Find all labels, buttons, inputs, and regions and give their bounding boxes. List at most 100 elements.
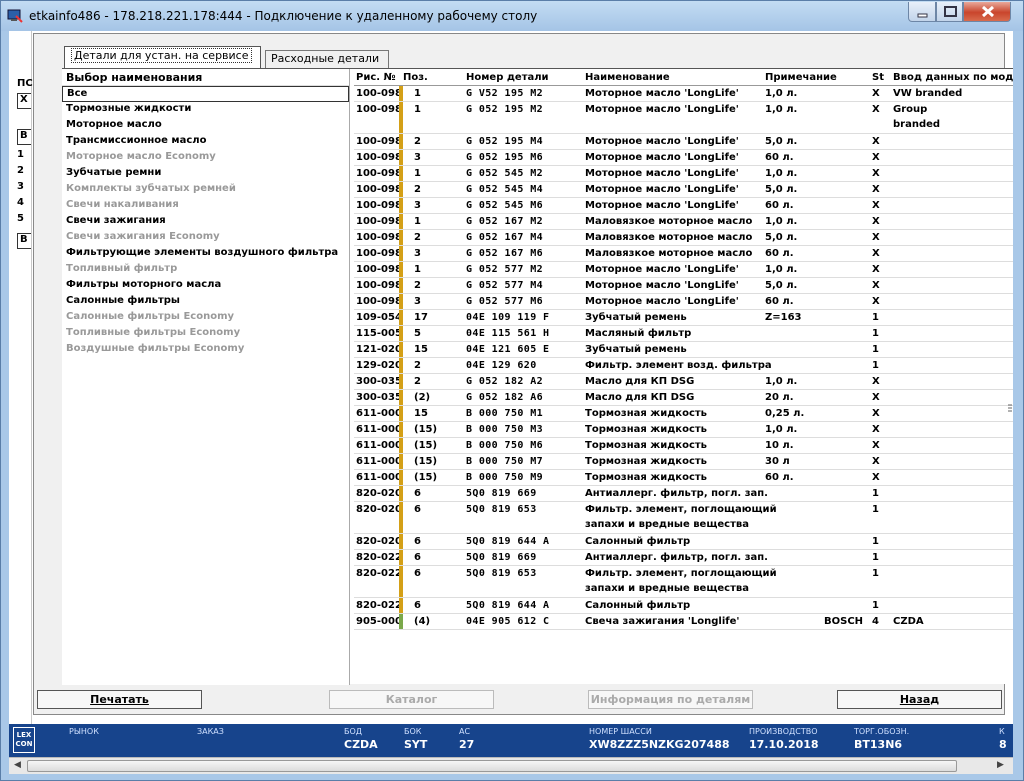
filter-item[interactable]: Трансмиссионное масло bbox=[62, 134, 349, 150]
part-note: 60 л. bbox=[765, 472, 794, 483]
table-row[interactable]: 100-098 2 G 052 167 M4 Маловязкое моторное … bbox=[354, 230, 1013, 246]
col-header-ris[interactable]: Рис. № bbox=[356, 72, 396, 83]
table-row[interactable]: 820-020 6 5Q0 819 644 A Салонный фильтр 1 bbox=[354, 534, 1013, 550]
part-quantity: X bbox=[872, 376, 880, 387]
table-row[interactable]: 100-098 1 G 052 577 M2 Моторное масло 'Long… bbox=[354, 262, 1013, 278]
table-row[interactable]: 100-098 2 G 052 195 M4 Моторное масло 'Long… bbox=[354, 134, 1013, 150]
model-line: Group bbox=[893, 104, 928, 115]
part-quantity: 4 bbox=[872, 616, 879, 627]
part-number: G 052 545 M2 bbox=[466, 168, 544, 179]
tab-service-parts[interactable]: Детали для устан. на сервисе bbox=[64, 46, 261, 68]
fig-number: 820-020 bbox=[356, 488, 402, 499]
position-number: 2 bbox=[414, 136, 421, 147]
filter-item[interactable]: Салонные фильтры bbox=[62, 294, 349, 310]
tab-consumables[interactable]: Расходные детали bbox=[265, 50, 389, 68]
filter-item[interactable]: Воздушные фильтры Economy bbox=[62, 342, 349, 358]
part-note: 1,0 л. bbox=[765, 264, 798, 275]
table-row[interactable]: 300-035 (2) G 052 182 A6 Масло для КП DSG 20… bbox=[354, 390, 1013, 406]
part-name-line: Салонный фильтр bbox=[585, 536, 691, 547]
col-header-num[interactable]: Номер детали bbox=[466, 72, 549, 83]
table-row[interactable]: 129-020 2 04E 129 620 Фильтр. элемент возд.… bbox=[354, 358, 1013, 374]
position-number: 3 bbox=[414, 152, 421, 163]
table-row[interactable]: 820-022 6 5Q0 819 644 A Салонный фильтр 1 bbox=[354, 598, 1013, 614]
filter-item[interactable]: Тормозные жидкости bbox=[62, 102, 349, 118]
table-row[interactable]: 100-098 3 G 052 577 M6 Моторное масло 'Long… bbox=[354, 294, 1013, 310]
filter-item[interactable]: Фильтры моторного масла bbox=[62, 278, 349, 294]
table-row[interactable]: 820-022 6 5Q0 819 669 Антиаллерг. фильтр, п… bbox=[354, 550, 1013, 566]
table-row[interactable]: 100-098 3 G 052 545 M6 Моторное масло 'Long… bbox=[354, 198, 1013, 214]
table-row[interactable]: 100-098 3 G 052 167 M6 Маловязкое моторное … bbox=[354, 246, 1013, 262]
catalog-button[interactable]: Каталог bbox=[329, 690, 494, 709]
table-row[interactable]: 100-098 1 G V52 195 M2 Моторное масло 'Long… bbox=[354, 86, 1013, 102]
part-quantity: 1 bbox=[872, 344, 879, 355]
col-header-st[interactable]: St bbox=[872, 72, 884, 83]
part-note: 60 л. bbox=[765, 296, 794, 307]
table-row[interactable]: 300-035 2 G 052 182 A2 Масло для КП DSG 1,0 … bbox=[354, 374, 1013, 390]
part-name-line: Моторное масло 'LongLife' bbox=[585, 200, 739, 211]
filter-item[interactable]: Свечи накаливания bbox=[62, 198, 349, 214]
part-number: G 052 167 M2 bbox=[466, 216, 544, 227]
back-button[interactable]: Назад bbox=[837, 690, 1002, 709]
col-header-poz[interactable]: Поз. bbox=[403, 72, 428, 83]
table-row[interactable]: 115-005 5 04E 115 561 H Масляный фильтр 1 bbox=[354, 326, 1013, 342]
part-name: Маловязкое моторное масло bbox=[585, 216, 752, 227]
filter-item[interactable]: Все bbox=[62, 86, 349, 102]
table-row[interactable]: 820-020 6 5Q0 819 669 Антиаллерг. фильтр, п… bbox=[354, 486, 1013, 502]
fig-number: 300-035 bbox=[356, 376, 402, 387]
category-marker bbox=[399, 390, 403, 405]
col-header-model[interactable]: Ввод данных по модели bbox=[893, 72, 1013, 83]
filter-item[interactable]: Зубчатые ремни bbox=[62, 166, 349, 182]
print-button[interactable]: Печатать bbox=[37, 690, 202, 709]
filter-item[interactable]: Салонные фильтры Economy bbox=[62, 310, 349, 326]
part-brand: BOSCH bbox=[824, 616, 864, 627]
scroll-left-icon[interactable]: ◀ bbox=[14, 760, 21, 770]
table-row[interactable]: 100-098 2 G 052 545 M4 Моторное масло 'Long… bbox=[354, 182, 1013, 198]
title-bar[interactable]: etkainfo486 - 178.218.221.178:444 - Подк… bbox=[1, 1, 1023, 31]
horizontal-scrollbar[interactable]: ◀ ▶ bbox=[9, 757, 1013, 774]
part-number: B 000 750 M7 bbox=[466, 456, 544, 467]
col-header-name[interactable]: Наименование bbox=[585, 72, 670, 83]
part-name-line: Антиаллерг. фильтр, погл. зап. bbox=[585, 552, 768, 563]
table-row[interactable]: 100-098 1 G 052 545 M2 Моторное масло 'Long… bbox=[354, 166, 1013, 182]
table-row[interactable]: 820-020 6 5Q0 819 653 Фильтр. элемент, погл… bbox=[354, 502, 1013, 534]
table-row[interactable]: 100-098 1 G 052 167 M2 Маловязкое моторное … bbox=[354, 214, 1013, 230]
table-row[interactable]: 611-000 (15) B 000 750 M7 Тормозная жидкост… bbox=[354, 454, 1013, 470]
table-row[interactable]: 121-020 15 04E 121 605 E Зубчатый ремень 1 bbox=[354, 342, 1013, 358]
close-button[interactable] bbox=[963, 2, 1011, 22]
table-row[interactable]: 611-000 15 B 000 750 M1 Тормозная жидкость 0… bbox=[354, 406, 1013, 422]
part-name: Масляный фильтр bbox=[585, 328, 691, 339]
filter-item[interactable]: Моторное масло bbox=[62, 118, 349, 134]
model-data: CZDA bbox=[893, 616, 924, 627]
part-quantity: X bbox=[872, 408, 880, 419]
table-row[interactable]: 100-098 2 G 052 577 M4 Моторное масло 'Long… bbox=[354, 278, 1013, 294]
part-number: B 000 750 M9 bbox=[466, 472, 544, 483]
filter-item[interactable]: Топливные фильтры Economy bbox=[62, 326, 349, 342]
table-row[interactable]: 611-000 (15) B 000 750 M3 Тормозная жидкост… bbox=[354, 422, 1013, 438]
table-row[interactable]: 611-000 (15) B 000 750 M6 Тормозная жидкост… bbox=[354, 438, 1013, 454]
part-name-line: Зубчатый ремень bbox=[585, 344, 687, 355]
table-row[interactable]: 905-000 (4) 04E 905 612 C Свеча зажигания '… bbox=[354, 614, 1013, 630]
filter-item[interactable]: Свечи зажигания bbox=[62, 214, 349, 230]
maximize-button[interactable] bbox=[936, 2, 963, 22]
table-row[interactable]: 100-098 1 G 052 195 M2 Моторное масло 'Long… bbox=[354, 102, 1013, 134]
table-row[interactable]: 109-054 17 04E 109 119 F Зубчатый ремень Z=1… bbox=[354, 310, 1013, 326]
filter-item[interactable]: Комплекты зубчатых ремней bbox=[62, 182, 349, 198]
part-note: 30 л bbox=[765, 456, 790, 467]
scroll-right-icon[interactable]: ▶ bbox=[997, 760, 1004, 770]
table-row[interactable]: 611-000 (15) B 000 750 M9 Тормозная жидкост… bbox=[354, 470, 1013, 486]
part-note: 60 л. bbox=[765, 200, 794, 211]
table-row[interactable]: 100-098 3 G 052 195 M6 Моторное масло 'Long… bbox=[354, 150, 1013, 166]
part-info-button[interactable]: Информация по деталям bbox=[588, 690, 753, 709]
col-header-note[interactable]: Примечание bbox=[765, 72, 837, 83]
filter-item[interactable]: Топливный фильтр bbox=[62, 262, 349, 278]
table-row[interactable]: 820-022 6 5Q0 819 653 Фильтр. элемент, погл… bbox=[354, 566, 1013, 598]
background-label: 3 bbox=[17, 181, 24, 192]
scroll-thumb[interactable] bbox=[27, 760, 957, 772]
filter-item[interactable]: Свечи зажигания Economy bbox=[62, 230, 349, 246]
filter-item[interactable]: Моторное масло Economy bbox=[62, 150, 349, 166]
position-number: (15) bbox=[414, 472, 438, 483]
minimize-button[interactable] bbox=[908, 2, 936, 22]
filter-item[interactable]: Фильтрующие элементы воздушного фильтра bbox=[62, 246, 349, 262]
vertical-scroll-grip[interactable] bbox=[1007, 33, 1013, 715]
position-number: (15) bbox=[414, 456, 438, 467]
